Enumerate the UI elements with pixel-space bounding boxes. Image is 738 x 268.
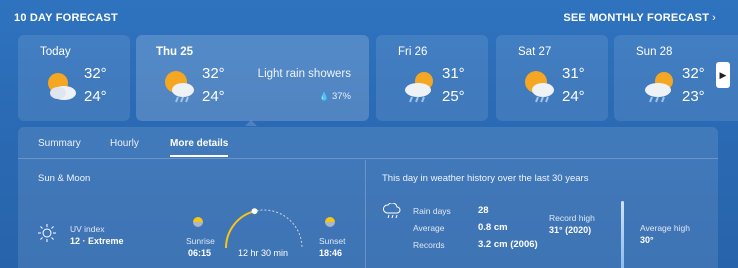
- day-length: 12 hr 30 min: [238, 248, 289, 258]
- selected-day-pointer: [245, 120, 257, 126]
- temperature-range-bar: [621, 201, 624, 268]
- history-heading: This day in weather history over the las…: [382, 173, 589, 184]
- rain-days-label: Rain days: [413, 206, 451, 216]
- rain-days-value: 28: [478, 205, 489, 216]
- details-panel: Summary Hourly More details Sun & Moon U…: [18, 127, 718, 268]
- low-temp: 24°: [202, 88, 225, 105]
- high-temp: 32°: [84, 65, 107, 82]
- day-cards: Today 32° 24° Thu 25 32° 24° Light rain …: [0, 35, 738, 121]
- records-value: 3.2 cm (2006): [478, 239, 538, 250]
- day-name: Sat 27: [518, 46, 552, 58]
- sun-cloud-rain-icon: [165, 71, 194, 103]
- precip-value: 37%: [331, 91, 351, 102]
- section-divider: [365, 160, 366, 268]
- precipitation-chance: 💧 37%: [319, 91, 351, 102]
- monthly-forecast-label: SEE MONTHLY FORECAST: [563, 12, 710, 24]
- daylight-arc: [225, 208, 303, 249]
- low-temp: 23°: [682, 88, 705, 105]
- record-high-value: 31° (2020): [549, 225, 592, 235]
- uv-index-value: 12 · Extreme: [70, 236, 124, 246]
- chevron-right-icon: ▶: [719, 69, 727, 80]
- sunset-label: Sunset: [319, 236, 346, 246]
- tab-more-details[interactable]: More details: [170, 138, 229, 157]
- forecast-header: 10 DAY FORECAST SEE MONTHLY FORECAST ›: [0, 0, 738, 36]
- sunrise-label: Sunrise: [186, 236, 215, 246]
- average-high-label: Average high: [640, 223, 690, 233]
- record-high-label: Record high: [549, 213, 595, 223]
- low-temp: 24°: [562, 88, 585, 105]
- average-label: Average: [413, 223, 445, 233]
- uv-index-label: UV index: [70, 224, 105, 234]
- forecast-title: 10 DAY FORECAST: [14, 12, 118, 24]
- average-value: 0.8 cm: [478, 222, 508, 233]
- low-temp: 24°: [84, 88, 107, 105]
- high-temp: 32°: [682, 65, 705, 82]
- day-name: Today: [40, 46, 71, 58]
- day-name: Fri 26: [398, 46, 428, 58]
- tab-hourly[interactable]: Hourly: [110, 138, 139, 149]
- uv-sun-icon: [38, 224, 56, 242]
- tab-summary[interactable]: Summary: [38, 138, 81, 149]
- sun-cloud-rain-icon: [525, 71, 554, 103]
- high-temp: 31°: [562, 65, 585, 82]
- sunset-time: 18:46: [319, 248, 343, 258]
- sunset-icon: [325, 217, 335, 227]
- condition-text: Light rain showers: [257, 68, 351, 80]
- details-tabs: Summary Hourly More details: [18, 127, 718, 159]
- low-temp: 25°: [442, 88, 465, 105]
- day-name: Sun 28: [636, 46, 673, 58]
- next-days-button[interactable]: ▶: [716, 62, 730, 88]
- sunrise-icon: [193, 217, 203, 227]
- cloud-rain-icon: [383, 203, 401, 219]
- day-name: Thu 25: [156, 46, 194, 58]
- average-high-value: 30°: [640, 235, 654, 245]
- raindrop-icon: 💧: [319, 92, 329, 101]
- day-card-today[interactable]: Today 32° 24°: [18, 35, 130, 121]
- monthly-forecast-link[interactable]: SEE MONTHLY FORECAST ›: [563, 12, 716, 24]
- sun-moon-heading: Sun & Moon: [38, 173, 91, 184]
- high-temp: 32°: [202, 65, 225, 82]
- partly-cloudy-sun-icon: [48, 73, 76, 100]
- sun-cloud-rain-icon: [405, 72, 433, 103]
- records-label: Records: [413, 240, 445, 250]
- high-temp: 31°: [442, 65, 465, 82]
- day-card-sat-27[interactable]: Sat 27 31° 24°: [496, 35, 608, 121]
- sun-cloud-rain-icon: [645, 72, 673, 103]
- day-card-thu-25[interactable]: Thu 25 32° 24° Light rain showers 💧 37%: [136, 35, 369, 121]
- chevron-right-icon: ›: [712, 12, 716, 24]
- day-card-fri-26[interactable]: Fri 26 31° 25°: [376, 35, 488, 121]
- sunrise-time: 06:15: [188, 248, 212, 258]
